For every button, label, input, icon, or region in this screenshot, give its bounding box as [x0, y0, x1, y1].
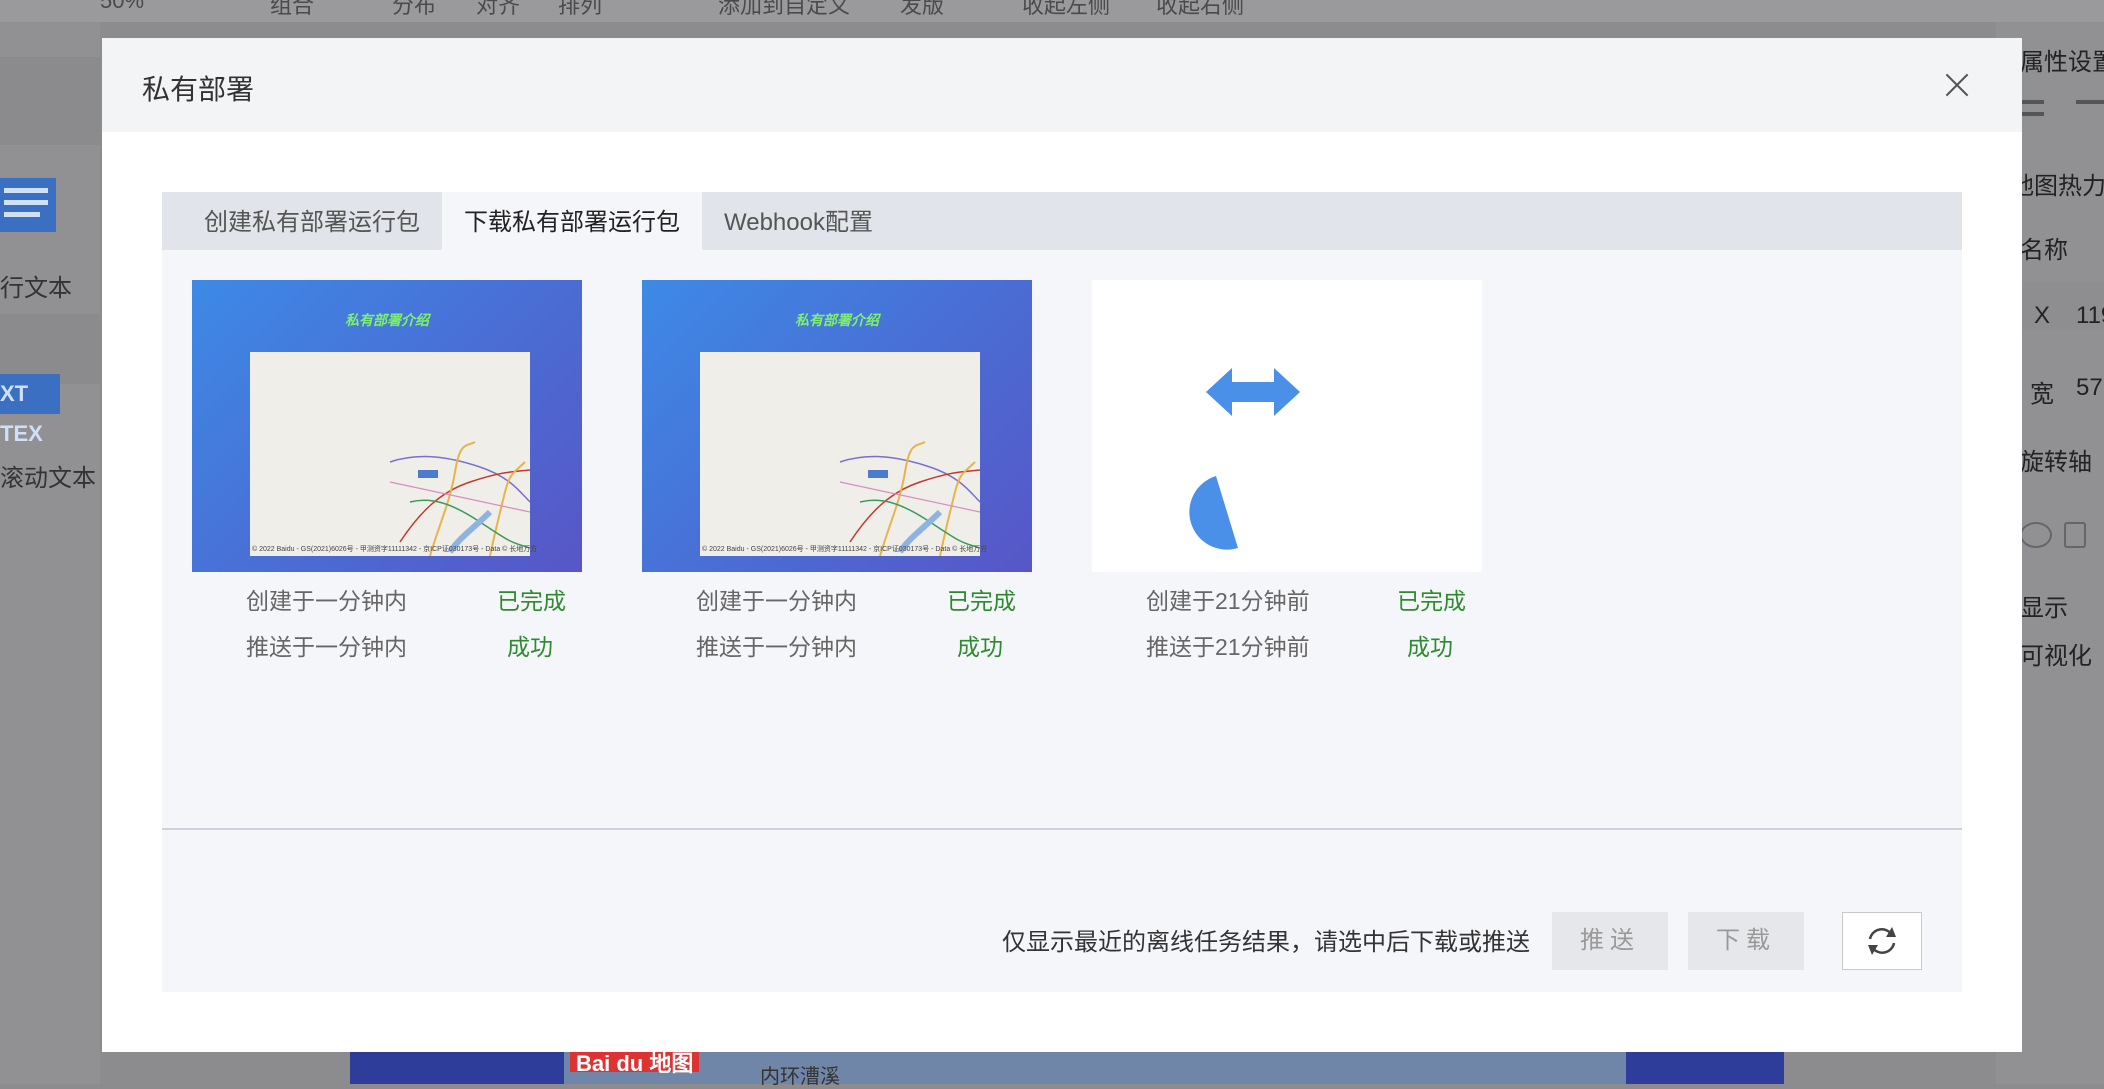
package-thumbnail[interactable]: 私有部署介绍 © 2022 Baidu - GS(2021)6026号 - 甲测… — [642, 280, 1032, 572]
map-copyright: © 2022 Baidu - GS(2021)6026号 - 甲测资字11111… — [252, 546, 538, 553]
created-status: 已完成 — [947, 588, 1016, 614]
pushed-time: 推送于21分钟前 — [1146, 634, 1310, 660]
zoom-level: 50% — [100, 0, 145, 13]
package-meta: 创建于一分钟内 已完成 推送于一分钟内 成功 — [192, 582, 582, 674]
pushed-time: 推送于一分钟内 — [246, 634, 407, 660]
map-label: 内环漕溪 — [760, 1066, 840, 1088]
map-copyright: © 2022 Baidu - GS(2021)6026号 - 甲测资字11111… — [702, 546, 988, 553]
map-roads — [389, 441, 530, 556]
background-left-panel: 行文本 XT TEX 滚动文本 — [0, 22, 100, 1084]
half-circle-icon — [1189, 476, 1238, 550]
refresh-button[interactable] — [1842, 912, 1922, 970]
tab-create-package[interactable]: 创建私有部署运行包 — [182, 192, 442, 250]
footer-divider — [162, 828, 1962, 830]
pushed-status: 成功 — [507, 634, 553, 660]
scroll-text-label: 滚动文本 — [0, 465, 96, 492]
tab-bar: 创建私有部署运行包 下载私有部署运行包 Webhook配置 — [162, 192, 1962, 250]
pushed-status: 成功 — [1407, 634, 1453, 660]
multiline-text-label: 行文本 — [0, 275, 72, 302]
width-value: 57 — [2076, 374, 2103, 401]
tab-download-package[interactable]: 下载私有部署运行包 — [442, 192, 702, 250]
toolbar-add-custom: 添加到自定义 — [718, 0, 851, 18]
toolbar-group: 组合 — [270, 0, 315, 18]
created-time: 创建于一分钟内 — [696, 588, 857, 614]
x-label: X — [2034, 302, 2051, 329]
thumbnail-title: 私有部署介绍 — [345, 312, 429, 328]
toolbar-publish: 发版 — [900, 0, 945, 18]
tab-webhook-config[interactable]: Webhook配置 — [702, 192, 895, 250]
lock-icon — [2064, 522, 2086, 548]
download-button[interactable]: 下载 — [1688, 912, 1804, 970]
created-status: 已完成 — [1397, 588, 1466, 614]
toolbar-distribute: 分布 — [392, 0, 437, 18]
package-thumbnail[interactable]: 私有部署介绍 © 2022 Baidu - GS(2021)6026号 - 甲测… — [192, 280, 582, 572]
created-status: 已完成 — [497, 588, 566, 614]
refresh-icon — [1868, 927, 1896, 955]
display-label: 显示 — [2020, 595, 2068, 622]
tab-panel: 创建私有部署运行包 下载私有部署运行包 Webhook配置 私有部署介绍 © 2… — [162, 192, 1962, 992]
package-thumbnail[interactable] — [1092, 280, 1482, 572]
eye-off-icon — [2020, 522, 2052, 548]
toolbar-collapse-right: 收起右侧 — [1156, 0, 1245, 18]
width-label: 宽 — [2030, 381, 2054, 408]
close-icon[interactable] — [1940, 68, 1974, 102]
thumbnail-title: 私有部署介绍 — [795, 312, 879, 328]
pushed-status: 成功 — [957, 634, 1003, 660]
map-preview: © 2022 Baidu - GS(2021)6026号 - 甲测资字11111… — [700, 352, 987, 556]
private-deploy-dialog: 私有部署 创建私有部署运行包 下载私有部署运行包 Webhook配置 私有部署介… — [102, 38, 2022, 1052]
layer-name-label: 地图热力 — [2010, 173, 2104, 200]
scroll-text-icon: XT TEX — [0, 374, 60, 446]
toolbar-arrange: 排列 — [558, 0, 603, 18]
x-value: 119 — [2076, 302, 2104, 329]
map-roads — [839, 441, 980, 556]
property-settings-label: 属性设置 — [2020, 49, 2104, 76]
name-label: 名称 — [2020, 237, 2068, 264]
background-toolbar: 50% 组合 分布 对齐 排列 添加到自定义 发版 收起左侧 收起右侧 — [0, 0, 2104, 22]
text-icon — [0, 178, 56, 232]
toolbar-collapse-left: 收起左侧 — [1022, 0, 1111, 18]
created-time: 创建于一分钟内 — [246, 588, 407, 614]
created-time: 创建于21分钟前 — [1146, 588, 1310, 614]
dialog-header: 私有部署 — [102, 38, 2022, 132]
pushed-time: 推送于一分钟内 — [696, 634, 857, 660]
package-meta: 创建于一分钟内 已完成 推送于一分钟内 成功 — [642, 582, 1032, 674]
push-button[interactable]: 推送 — [1552, 912, 1668, 970]
thumbnail-shapes — [1189, 368, 1300, 550]
visualization-label: 可视化 — [2020, 643, 2092, 670]
double-arrow-icon — [1206, 368, 1300, 416]
footer-hint: 仅显示最近的离线任务结果，请选中后下载或推送 — [1002, 929, 1530, 956]
dialog-title: 私有部署 — [142, 74, 255, 105]
rotation-label: 旋转轴 — [2020, 449, 2092, 476]
toolbar-align: 对齐 — [476, 0, 521, 18]
package-meta: 创建于21分钟前 已完成 推送于21分钟前 成功 — [1092, 582, 1482, 674]
map-preview: © 2022 Baidu - GS(2021)6026号 - 甲测资字11111… — [250, 352, 537, 556]
